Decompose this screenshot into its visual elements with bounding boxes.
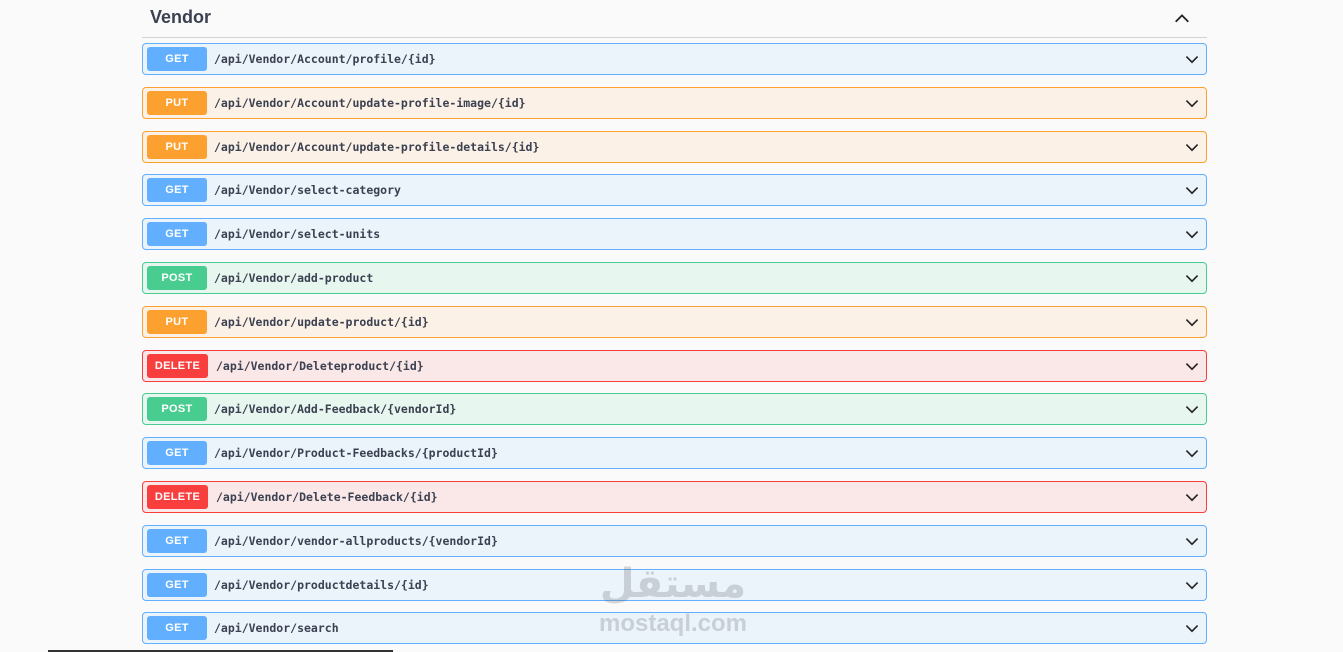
operation-row[interactable]: GET/api/Vendor/Product-Feedbacks/{produc… <box>142 437 1207 470</box>
method-badge: PUT <box>147 309 207 334</box>
section-title: Vendor <box>150 7 212 27</box>
method-badge: GET <box>147 616 207 641</box>
operation-path: /api/Vendor/Add-Feedback/{vendorId} <box>214 402 457 417</box>
chevron-down-icon[interactable] <box>1184 182 1200 198</box>
operation-path: /api/Vendor/Delete-Feedback/{id} <box>216 489 438 504</box>
chevron-down-icon[interactable] <box>1184 489 1200 505</box>
operation-path: /api/Vendor/add-product <box>214 270 374 285</box>
operation-row[interactable]: GET/api/Vendor/select-units <box>142 218 1207 251</box>
method-badge: POST <box>147 397 207 422</box>
operation-path: /api/Vendor/productdetails/{id} <box>214 577 429 592</box>
method-badge: GET <box>147 47 207 71</box>
operation-row[interactable]: PUT/api/Vendor/Account/update-profile-de… <box>142 130 1207 163</box>
operation-path: /api/Vendor/select-category <box>214 183 401 198</box>
operation-row[interactable]: GET/api/Vendor/vendor-allproducts/{vendo… <box>142 524 1207 557</box>
chevron-down-icon[interactable] <box>1184 533 1200 549</box>
method-badge: DELETE <box>147 353 208 378</box>
operation-path: /api/Vendor/Deleteproduct/{id} <box>216 358 424 373</box>
chevron-down-icon[interactable] <box>1184 270 1200 286</box>
operation-path: /api/Vendor/Account/update-profile-detai… <box>214 139 540 154</box>
method-badge: GET <box>147 572 207 597</box>
operation-row[interactable]: DELETE/api/Vendor/Delete-Feedback/{id} <box>142 480 1207 513</box>
operations-list: GET/api/Vendor/Account/profile/{id} PUT/a… <box>142 43 1207 652</box>
chevron-down-icon[interactable] <box>1184 445 1200 461</box>
operation-row[interactable]: POST/api/Vendor/Add-Feedback/{vendorId} <box>142 393 1207 426</box>
method-badge: GET <box>147 441 207 466</box>
vendor-section-header[interactable]: Vendor <box>142 0 1207 38</box>
method-badge: GET <box>147 222 207 247</box>
operation-row[interactable]: GET/api/Vendor/select-category <box>142 174 1207 207</box>
operation-path: /api/Vendor/vendor-allproducts/{vendorId… <box>214 533 498 548</box>
chevron-up-icon[interactable] <box>1173 10 1191 28</box>
chevron-down-icon[interactable] <box>1184 620 1200 636</box>
chevron-down-icon[interactable] <box>1184 401 1200 417</box>
chevron-down-icon[interactable] <box>1184 139 1200 155</box>
operation-path: /api/Vendor/select-units <box>214 227 381 242</box>
operation-row[interactable]: PUT/api/Vendor/update-product/{id} <box>142 305 1207 338</box>
operation-row[interactable]: GET/api/Vendor/productdetails/{id} <box>142 568 1207 601</box>
method-badge: GET <box>147 528 207 553</box>
method-badge: GET <box>147 178 207 203</box>
chevron-down-icon[interactable] <box>1184 314 1200 330</box>
operation-path: /api/Vendor/Account/profile/{id} <box>214 52 436 66</box>
operation-row[interactable]: DELETE/api/Vendor/Deleteproduct/{id} <box>142 349 1207 382</box>
operation-path: /api/Vendor/Product-Feedbacks/{productId… <box>214 446 498 461</box>
operation-path: /api/Vendor/Account/update-profile-image… <box>214 95 526 110</box>
operation-row[interactable]: PUT/api/Vendor/Account/update-profile-im… <box>142 86 1207 119</box>
method-badge: POST <box>147 265 207 290</box>
chevron-down-icon[interactable] <box>1184 226 1200 242</box>
method-badge: DELETE <box>147 484 208 509</box>
chevron-down-icon[interactable] <box>1184 358 1200 374</box>
operation-row[interactable]: GET/api/Vendor/Account/profile/{id} <box>142 43 1207 75</box>
chevron-down-icon[interactable] <box>1184 577 1200 593</box>
operation-row[interactable]: GET/api/Vendor/search <box>142 612 1207 645</box>
method-badge: PUT <box>147 134 207 159</box>
method-badge: PUT <box>147 90 207 115</box>
page: Vendor GET/api/Vendor/Account/profile/{i… <box>0 0 1343 652</box>
chevron-down-icon[interactable] <box>1184 51 1200 67</box>
operation-path: /api/Vendor/update-product/{id} <box>214 314 429 329</box>
operation-path: /api/Vendor/search <box>214 621 339 636</box>
operation-row[interactable]: POST/api/Vendor/add-product <box>142 261 1207 294</box>
chevron-down-icon[interactable] <box>1184 95 1200 111</box>
